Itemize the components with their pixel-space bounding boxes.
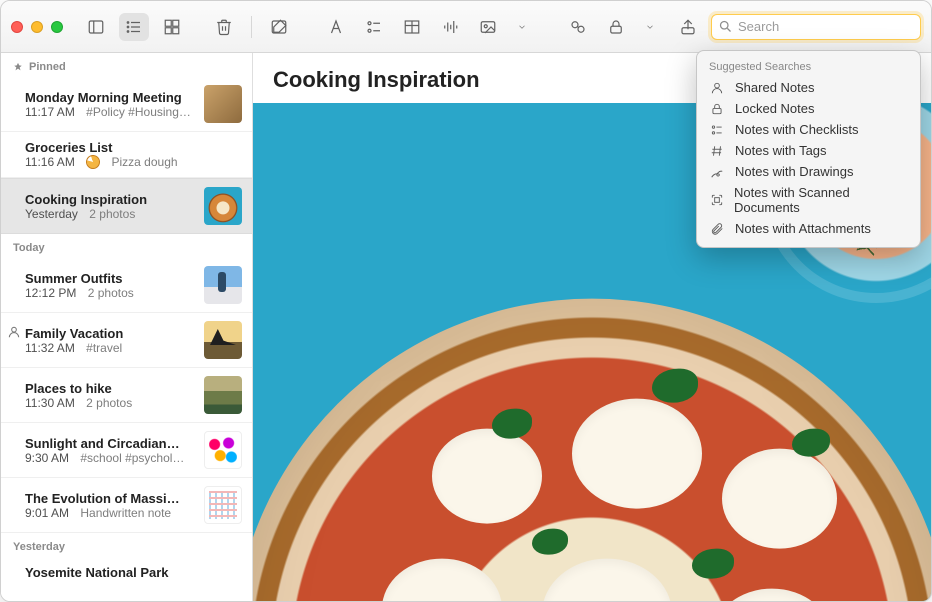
note-thumbnail bbox=[204, 486, 242, 524]
search-field-wrap bbox=[711, 14, 921, 40]
note-subtitle: #Policy #Housing… bbox=[86, 105, 191, 119]
note-subtitle: #travel bbox=[86, 341, 122, 355]
note-row-yosemite[interactable]: Yosemite National Park bbox=[1, 557, 252, 588]
suggested-tag-notes[interactable]: Notes with Tags bbox=[697, 140, 920, 161]
note-subtitle: 2 photos bbox=[86, 396, 132, 410]
note-row-family-vacation[interactable]: Family Vacation 11:32 AM #travel bbox=[1, 313, 252, 368]
yesterday-section-header: Yesterday bbox=[1, 533, 252, 557]
pizza-photo-region bbox=[253, 299, 931, 601]
suggested-locked-notes[interactable]: Locked Notes bbox=[697, 98, 920, 119]
link-note-button[interactable] bbox=[563, 13, 593, 41]
note-time: 11:32 AM bbox=[25, 341, 75, 355]
app-window: Suggested Searches Shared Notes Locked N… bbox=[0, 0, 932, 602]
suggested-searches-popover: Suggested Searches Shared Notes Locked N… bbox=[696, 50, 921, 248]
suggested-item-label: Notes with Attachments bbox=[735, 221, 871, 236]
suggested-item-label: Notes with Checklists bbox=[735, 122, 859, 137]
notes-list[interactable]: Pinned Monday Morning Meeting 11:17 AM #… bbox=[1, 53, 253, 601]
today-section-header: Today bbox=[1, 234, 252, 258]
suggested-item-label: Locked Notes bbox=[735, 101, 815, 116]
note-title: Monday Morning Meeting bbox=[25, 90, 196, 105]
note-subtitle: Pizza dough bbox=[112, 155, 178, 169]
pin-icon bbox=[13, 62, 23, 72]
suggested-attachment-notes[interactable]: Notes with Attachments bbox=[697, 218, 920, 239]
suggested-shared-notes[interactable]: Shared Notes bbox=[697, 77, 920, 98]
zoom-window-button[interactable] bbox=[51, 21, 63, 33]
suggested-item-label: Shared Notes bbox=[735, 80, 815, 95]
note-thumbnail bbox=[204, 266, 242, 304]
suggested-searches-header: Suggested Searches bbox=[697, 57, 920, 77]
note-thumbnail bbox=[204, 85, 242, 123]
gallery-view-button[interactable] bbox=[157, 13, 187, 41]
drawing-icon bbox=[709, 165, 725, 179]
delete-note-button[interactable] bbox=[209, 13, 239, 41]
note-time: 11:16 AM bbox=[25, 155, 75, 169]
new-note-button[interactable] bbox=[264, 13, 294, 41]
tag-icon bbox=[709, 144, 725, 158]
note-row-evolution-massive[interactable]: The Evolution of Massi… 9:01 AM Handwrit… bbox=[1, 478, 252, 533]
search-input[interactable] bbox=[711, 14, 921, 40]
minimize-window-button[interactable] bbox=[31, 21, 43, 33]
note-title: Yosemite National Park bbox=[25, 565, 242, 580]
note-title: Family Vacation bbox=[25, 326, 196, 341]
note-row-groceries[interactable]: Groceries List 11:16 AM Pizza dough bbox=[1, 132, 252, 178]
list-view-button[interactable] bbox=[119, 13, 149, 41]
note-thumbnail bbox=[204, 376, 242, 414]
pinned-section-header: Pinned bbox=[1, 53, 252, 77]
note-thumbnail bbox=[204, 321, 242, 359]
note-time: Yesterday bbox=[25, 207, 78, 221]
suggested-scanned-notes[interactable]: Notes with Scanned Documents bbox=[697, 182, 920, 218]
suggested-checklist-notes[interactable]: Notes with Checklists bbox=[697, 119, 920, 140]
note-time: 11:17 AM bbox=[25, 105, 75, 119]
attachment-icon bbox=[709, 222, 725, 236]
note-row-monday-meeting[interactable]: Monday Morning Meeting 11:17 AM #Policy … bbox=[1, 77, 252, 132]
suggested-drawing-notes[interactable]: Notes with Drawings bbox=[697, 161, 920, 182]
share-button[interactable] bbox=[673, 13, 703, 41]
note-title: Places to hike bbox=[25, 381, 196, 396]
toggle-sidebar-button[interactable] bbox=[81, 13, 111, 41]
close-window-button[interactable] bbox=[11, 21, 23, 33]
note-time: 9:30 AM bbox=[25, 451, 69, 465]
pizza-emoji-icon bbox=[84, 155, 102, 169]
note-title: Sunlight and Circadian… bbox=[25, 436, 196, 451]
shared-note-icon bbox=[7, 325, 21, 339]
note-time: 11:30 AM bbox=[25, 396, 75, 410]
note-thumbnail bbox=[204, 187, 242, 225]
suggested-item-label: Notes with Tags bbox=[735, 143, 827, 158]
note-row-summer-outfits[interactable]: Summer Outfits 12:12 PM 2 photos bbox=[1, 258, 252, 313]
note-title: Cooking Inspiration bbox=[25, 192, 196, 207]
checklist-button[interactable] bbox=[359, 13, 389, 41]
note-subtitle: 2 photos bbox=[88, 286, 134, 300]
search-icon bbox=[718, 19, 733, 34]
lock-note-button[interactable] bbox=[601, 13, 631, 41]
checklist-icon bbox=[709, 123, 725, 137]
lock-menu-chevron-icon[interactable] bbox=[635, 13, 665, 41]
note-title: The Evolution of Massi… bbox=[25, 491, 196, 506]
scan-icon bbox=[709, 193, 724, 207]
media-menu-chevron-icon[interactable] bbox=[507, 13, 537, 41]
note-thumbnail bbox=[204, 431, 242, 469]
note-time: 9:01 AM bbox=[25, 506, 69, 520]
lock-icon bbox=[709, 102, 725, 116]
format-text-button[interactable] bbox=[321, 13, 351, 41]
note-subtitle: Handwritten note bbox=[80, 506, 171, 520]
media-button[interactable] bbox=[473, 13, 503, 41]
note-title: Summer Outfits bbox=[25, 271, 196, 286]
note-row-cooking-inspiration[interactable]: Cooking Inspiration Yesterday 2 photos bbox=[1, 178, 252, 234]
note-row-places-to-hike[interactable]: Places to hike 11:30 AM 2 photos bbox=[1, 368, 252, 423]
suggested-item-label: Notes with Drawings bbox=[735, 164, 854, 179]
titlebar bbox=[1, 1, 931, 53]
note-subtitle: 2 photos bbox=[89, 207, 135, 221]
table-button[interactable] bbox=[397, 13, 427, 41]
note-subtitle: #school #psychol… bbox=[80, 451, 184, 465]
note-row-sunlight-circadian[interactable]: Sunlight and Circadian… 9:30 AM #school … bbox=[1, 423, 252, 478]
suggested-item-label: Notes with Scanned Documents bbox=[734, 185, 908, 215]
audio-button[interactable] bbox=[435, 13, 465, 41]
shared-icon bbox=[709, 81, 725, 95]
window-controls bbox=[11, 21, 63, 33]
note-time: 12:12 PM bbox=[25, 286, 76, 300]
note-title: Groceries List bbox=[25, 140, 242, 155]
